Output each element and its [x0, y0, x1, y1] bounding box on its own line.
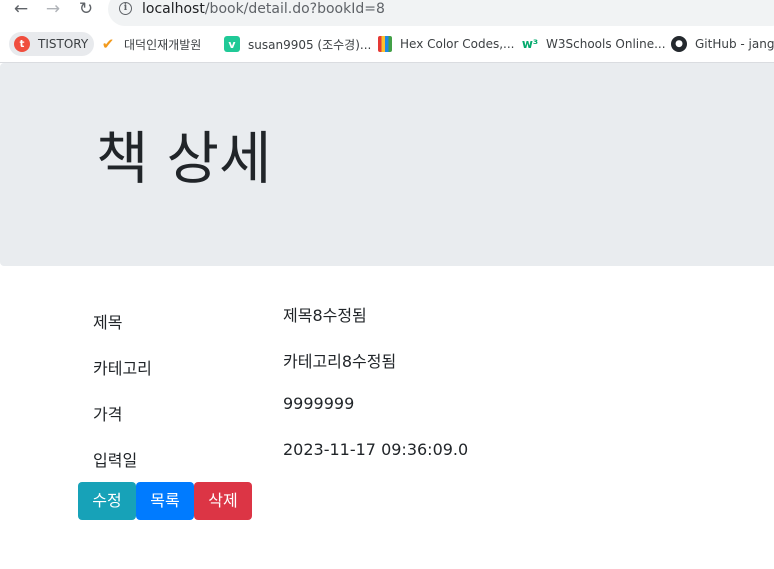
jumbotron-header: 책 상세 [0, 63, 774, 266]
w3schools-icon: w³ [521, 37, 539, 51]
bookmark-label: 대덕인재개발원 [124, 37, 202, 52]
url-text[interactable]: localhost/book/detail.do?bookId=8 [142, 0, 385, 18]
price-value: 9999999 [283, 394, 355, 413]
url-host: localhost [142, 1, 205, 17]
date-label: 입력일 [93, 451, 138, 470]
github-icon: ● [671, 36, 687, 52]
back-arrow-icon[interactable]: ← [10, 0, 32, 20]
browser-toolbar: ← → ↻ i localhost/book/detail.do?bookId=… [0, 0, 774, 26]
bookmark-github[interactable]: ● GitHub - jangn [671, 32, 774, 56]
flame-icon: ✔ [101, 35, 115, 53]
velog-icon: v [224, 36, 240, 52]
date-value: 2023-11-17 09:36:09.0 [283, 440, 469, 459]
list-button[interactable]: 목록 [136, 482, 194, 520]
price-label: 가격 [93, 405, 123, 424]
title-label: 제목 [93, 313, 123, 332]
bookmark-label: susan9905 (조수경)... [248, 37, 372, 52]
bookmark-label: W3Schools Online... [546, 37, 666, 51]
bookmark-label: TISTORY [38, 37, 89, 51]
tistory-icon: t [14, 36, 30, 52]
books-icon [378, 36, 392, 52]
page-title: 책 상세 [96, 126, 272, 192]
bookmark-label: GitHub - jangn [695, 37, 774, 51]
bookmarks-bar: t TISTORY ✔ 대덕인재개발원 v susan9905 (조수경)...… [0, 28, 774, 63]
site-info-icon[interactable]: i [119, 2, 132, 15]
category-value: 카테고리8수정됨 [283, 352, 397, 371]
delete-button[interactable]: 삭제 [194, 482, 252, 520]
reload-icon[interactable]: ↻ [75, 0, 97, 20]
bookmark-daedeok[interactable]: ✔ 대덕인재개발원 [100, 32, 202, 56]
bookmark-label: Hex Color Codes,... [400, 37, 515, 51]
bookmark-velog[interactable]: v susan9905 (조수경)... [224, 32, 371, 56]
bookmark-w3schools[interactable]: w³ W3Schools Online... [522, 32, 666, 56]
category-label: 카테고리 [93, 359, 152, 378]
forward-arrow-icon[interactable]: → [42, 0, 64, 20]
title-value: 제목8수정됨 [283, 306, 367, 325]
bookmark-hex-colors[interactable]: Hex Color Codes,... [378, 32, 515, 56]
edit-button[interactable]: 수정 [78, 482, 136, 520]
bookmark-tistory[interactable]: t TISTORY [9, 32, 95, 56]
url-path: /book/detail.do?bookId=8 [204, 1, 385, 17]
